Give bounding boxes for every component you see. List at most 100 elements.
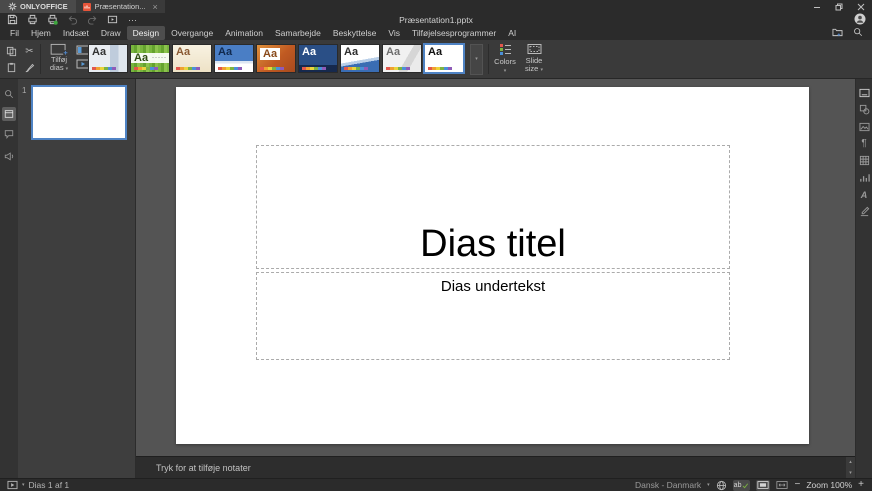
theme-color-dots xyxy=(428,67,452,70)
theme-thumbnail[interactable]: Aa xyxy=(340,44,380,73)
close-button[interactable] xyxy=(850,0,872,13)
copy-style-icon[interactable] xyxy=(23,61,36,73)
table-settings-icon[interactable] xyxy=(858,155,870,166)
menu-tab[interactable]: Animation xyxy=(219,26,269,40)
menu-tab-label: Indsæt xyxy=(63,28,89,38)
menu-tab[interactable]: Beskyttelse xyxy=(327,26,382,40)
user-avatar[interactable] xyxy=(854,13,866,25)
slide-thumbnail[interactable] xyxy=(31,85,127,140)
fit-to-slide-button[interactable] xyxy=(756,480,770,491)
slide-counter-label: Dias 1 af 1 xyxy=(29,480,70,490)
ribbon: ✂ Tilføj dias ▾ ▾ ▾ xyxy=(0,40,872,79)
paste-icon[interactable] xyxy=(5,61,18,73)
theme-thumbnail[interactable]: Aa xyxy=(424,44,464,73)
theme-thumbnail[interactable]: Aa xyxy=(382,44,422,73)
menu-tab-label: Beskyttelse xyxy=(333,28,376,38)
theme-thumbnail[interactable]: Aa xyxy=(172,44,212,73)
zoom-in-button[interactable]: + xyxy=(858,480,864,490)
left-toolbar xyxy=(0,79,18,478)
menu-tab[interactable]: Design xyxy=(127,26,165,40)
theme-thumbnail[interactable]: Aa xyxy=(256,44,296,73)
start-slideshow-status-icon[interactable] xyxy=(7,480,18,490)
menu-tab-label: Tilføjelsesprogrammer xyxy=(412,28,496,38)
shape-settings-icon[interactable] xyxy=(858,104,870,115)
menu-tab[interactable]: Draw xyxy=(95,26,127,40)
quick-print-button[interactable] xyxy=(46,14,59,26)
menu-tab-label: Animation xyxy=(225,28,263,38)
print-button[interactable] xyxy=(26,14,39,26)
slide-settings-icon[interactable] xyxy=(858,87,870,98)
theme-thumbnail[interactable]: Aa xyxy=(298,44,338,73)
menu-tab-label: AI xyxy=(508,28,516,38)
signature-settings-icon[interactable] xyxy=(858,206,870,217)
theme-color-dots xyxy=(302,67,326,70)
colors-button[interactable]: Colors ▾ xyxy=(492,43,518,74)
minimize-button[interactable] xyxy=(806,0,828,13)
titlebar: ONLYOFFICE Præsentation... × xyxy=(0,0,872,13)
spell-check-icon: ab xyxy=(734,482,742,489)
document-tab-title: Præsentation... xyxy=(95,2,146,11)
paragraph-settings-icon[interactable]: ¶ xyxy=(858,138,870,149)
document-language-icon[interactable] xyxy=(716,480,727,491)
slide-title-placeholder[interactable]: Dias titel xyxy=(256,145,730,269)
fit-to-width-button[interactable] xyxy=(776,480,788,490)
copy-icon[interactable] xyxy=(5,45,18,57)
feedback-icon[interactable] xyxy=(2,149,16,163)
language-selector[interactable]: Dansk - Danmark xyxy=(635,480,701,490)
chevron-down-icon: ▾ xyxy=(504,68,507,74)
theme-thumbnail[interactable]: Aa xyxy=(88,44,128,73)
chart-settings-icon[interactable] xyxy=(858,172,870,183)
theme-gallery-expand-button[interactable]: ▾ xyxy=(470,44,483,75)
image-settings-icon[interactable] xyxy=(858,121,870,132)
theme-thumbnail[interactable]: Aa ----- xyxy=(130,44,170,73)
find-icon[interactable] xyxy=(2,87,16,101)
menu-tab[interactable]: AI xyxy=(502,26,522,40)
slide-size-button[interactable]: Slide size ▾ xyxy=(520,43,548,73)
chevron-down-icon[interactable]: ▾ xyxy=(22,483,25,488)
comments-icon[interactable] xyxy=(2,127,16,141)
menu-tab[interactable]: Tilføjelsesprogrammer xyxy=(406,26,502,40)
notes-placeholder-text: Tryk for at tilføje notater xyxy=(136,463,251,473)
save-button[interactable] xyxy=(6,14,19,26)
slide-number-label: 1 xyxy=(22,86,26,95)
start-slideshow-button[interactable] xyxy=(106,14,119,26)
menu-tab[interactable]: Fil xyxy=(4,26,25,40)
undo-button[interactable] xyxy=(66,14,79,26)
document-tab[interactable]: Præsentation... × xyxy=(76,0,165,13)
theme-thumbnail[interactable]: Aa xyxy=(214,44,254,73)
theme-preview-label: Aa xyxy=(386,46,400,58)
theme-preview-label: Aa xyxy=(176,46,190,58)
scroll-down-icon[interactable]: ▾ xyxy=(846,468,855,479)
slide[interactable]: Dias titel Dias undertekst xyxy=(176,87,809,444)
add-slide-button[interactable]: Tilføj dias ▾ xyxy=(44,43,74,72)
zoom-out-button[interactable]: − xyxy=(794,480,800,490)
menu-tab[interactable]: Overgange xyxy=(165,26,219,40)
open-file-location-icon[interactable] xyxy=(832,27,843,37)
menu-tab[interactable]: Indsæt xyxy=(57,26,95,40)
scroll-up-icon[interactable]: ▴ xyxy=(846,457,855,468)
restore-button[interactable] xyxy=(828,0,850,13)
search-icon[interactable] xyxy=(853,27,863,37)
menu-tab-label: Design xyxy=(133,28,159,38)
slide-subtitle-placeholder[interactable]: Dias undertekst xyxy=(256,272,730,360)
menu-tab[interactable]: Samarbejde xyxy=(269,26,327,40)
textart-settings-icon[interactable]: A xyxy=(858,189,870,200)
menu-tab-label: Samarbejde xyxy=(275,28,321,38)
slides-panel-icon[interactable] xyxy=(2,107,16,121)
status-bar: ▾ Dias 1 af 1 Dansk - Danmark ▾ ab − Zoo… xyxy=(0,478,872,491)
menu-tab-bar: Fil Hjem Indsæt Draw Design Overgange An… xyxy=(0,26,872,40)
more-actions-button[interactable]: ··· xyxy=(126,14,139,26)
redo-button[interactable] xyxy=(86,14,99,26)
menu-tab[interactable]: Vis xyxy=(382,26,406,40)
theme-color-dots xyxy=(386,67,410,70)
slide-title-text: Dias titel xyxy=(420,224,566,264)
notes-area[interactable]: Tryk for at tilføje notater xyxy=(136,456,856,478)
tab-close-icon[interactable]: × xyxy=(153,2,158,12)
spell-check-toggle[interactable]: ab xyxy=(733,480,751,491)
menu-tab-label: Draw xyxy=(101,28,121,38)
chevron-down-icon[interactable]: ▾ xyxy=(707,483,710,488)
menu-tab[interactable]: Hjem xyxy=(25,26,57,40)
colors-label: Colors xyxy=(494,57,516,66)
cut-icon[interactable]: ✂ xyxy=(23,45,36,57)
app-logo[interactable]: ONLYOFFICE xyxy=(0,0,76,13)
